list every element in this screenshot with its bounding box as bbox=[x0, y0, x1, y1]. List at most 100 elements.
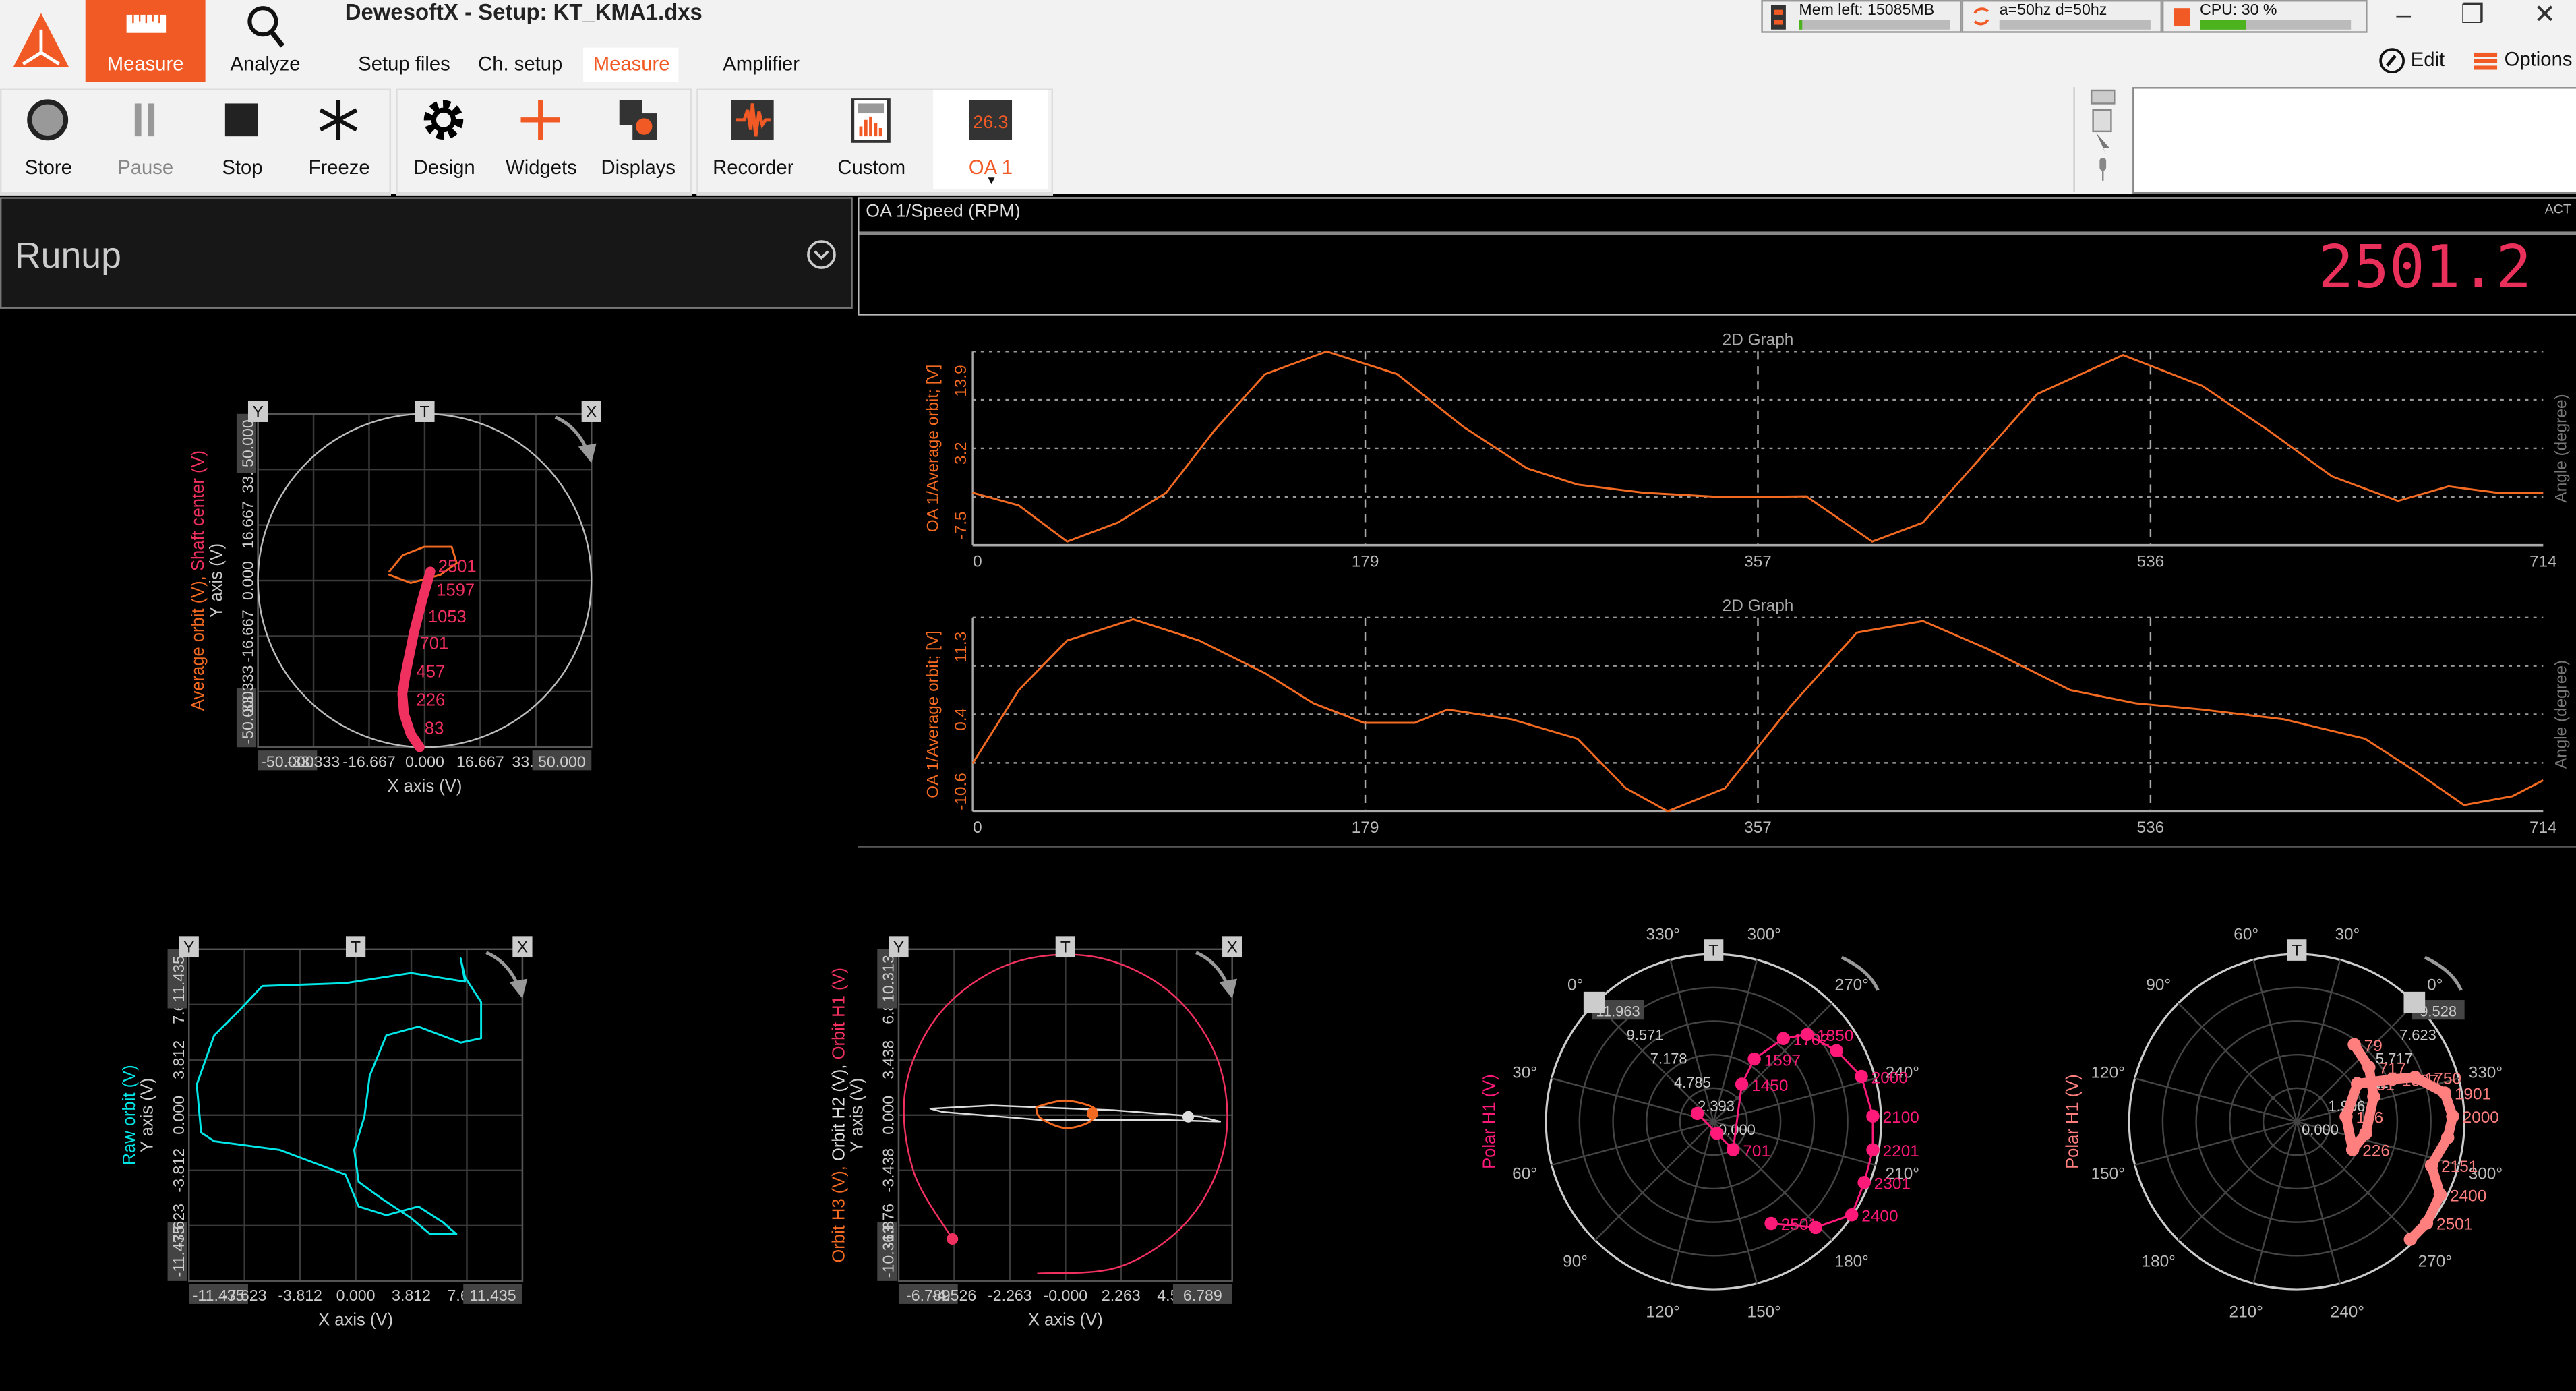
y-tick-label: -7.623 bbox=[170, 1204, 187, 1248]
y-tick-label: 50.000 bbox=[239, 419, 256, 467]
polar-point bbox=[2433, 1188, 2447, 1202]
angle-label: 30° bbox=[2335, 925, 2360, 943]
y-tick-label: -10.6 bbox=[952, 773, 970, 810]
rpm-label: 1450 bbox=[1751, 1077, 1788, 1095]
rpm-label: 2501 bbox=[2436, 1216, 2473, 1234]
polar-point bbox=[1735, 1077, 1749, 1091]
angle-label: 330° bbox=[2469, 1063, 2503, 1082]
legend: Average orbit (V), Shaft center (V) bbox=[189, 450, 208, 711]
polar-point bbox=[1800, 1028, 1814, 1042]
y-tick-label: 10.313 bbox=[880, 955, 897, 1003]
x-tick-label: -33.333 bbox=[287, 752, 340, 770]
x-tick-label: 714 bbox=[2529, 819, 2557, 837]
angle-label: 270° bbox=[2418, 1252, 2452, 1270]
rotation-arrow-head bbox=[1219, 978, 1237, 999]
graph-title: 2D Graph bbox=[1723, 597, 1794, 615]
y-tick-label: 13.9 bbox=[952, 365, 970, 396]
ring-label: 7.623 bbox=[2399, 1027, 2436, 1044]
legend-entry: Orbit H3 (V), bbox=[830, 1161, 849, 1263]
polar-point bbox=[2347, 1038, 2361, 1051]
angle-label: 0° bbox=[1567, 976, 1583, 994]
x-tick-label: -7.623 bbox=[222, 1286, 267, 1304]
polar-point bbox=[2385, 1072, 2399, 1086]
legend: Orbit H3 (V), Orbit H2 (V), Orbit H1 (V) bbox=[830, 968, 849, 1263]
rpm-label: 2400 bbox=[2450, 1187, 2486, 1206]
marker-y-label: Y bbox=[183, 939, 194, 957]
polar-spoke bbox=[2134, 1121, 2298, 1166]
dewesoft-window: Measure Analyze DewesoftX - Setup: KT_KM… bbox=[0, 0, 2576, 1391]
y-tick-label: 3.812 bbox=[170, 1040, 187, 1079]
orbit-marker bbox=[947, 1233, 959, 1245]
x-tick-label: 11.435 bbox=[470, 1286, 516, 1304]
legend-entry: Shaft center (V) bbox=[189, 450, 208, 571]
rpm-label: 2301 bbox=[1874, 1175, 1911, 1193]
x-tick-label: 536 bbox=[2137, 552, 2165, 570]
polar-point bbox=[1690, 1106, 1704, 1121]
rpm-label: 1597 bbox=[1764, 1051, 1801, 1069]
x-tick-label: 2.263 bbox=[1102, 1286, 1141, 1304]
rpm-label: 2201 bbox=[1883, 1142, 1919, 1160]
rpm-label: 1053 bbox=[428, 608, 467, 626]
x-axis-label: X axis (V) bbox=[318, 1311, 393, 1330]
2d-graph: 2D Graph 0 179 357 536 714 13.9 3.2 -7.5 OA 1/Ave… bbox=[924, 331, 2570, 571]
angle-label: 0° bbox=[2427, 976, 2443, 994]
y-axis-label: Y axis (V) bbox=[138, 1078, 157, 1152]
polar-point bbox=[2359, 1126, 2372, 1140]
rpm-label: 226 bbox=[2362, 1142, 2390, 1160]
x-tick-label: 179 bbox=[1352, 552, 1379, 570]
x-tick-label: 6.789 bbox=[1183, 1286, 1222, 1304]
polar-point bbox=[1747, 1052, 1761, 1066]
ring-label: 9.571 bbox=[1627, 1027, 1664, 1044]
y-axis-label: Y axis (V) bbox=[207, 543, 226, 618]
charts-canvas: 2D Graph 0 179 357 536 714 13.9 3.2 -7.5 OA 1/Ave… bbox=[120, 331, 2571, 1330]
angle-label: 60° bbox=[1512, 1164, 1537, 1183]
x-tick-label: 0 bbox=[973, 552, 982, 570]
y-tick-label: 16.667 bbox=[239, 501, 256, 549]
polar-point bbox=[1857, 1176, 1871, 1189]
rpm-label: 457 bbox=[417, 662, 446, 681]
ring-label: 4.785 bbox=[1674, 1074, 1711, 1091]
legend-entry: Orbit H1 (V) bbox=[830, 968, 849, 1059]
rpm-label: 701 bbox=[420, 634, 449, 653]
angle-label: 180° bbox=[2142, 1252, 2176, 1270]
marker-t-label: T bbox=[1060, 939, 1071, 957]
polar-spoke bbox=[1669, 1121, 1714, 1284]
polar-spoke bbox=[2252, 1121, 2298, 1284]
polar-point bbox=[2446, 1109, 2459, 1123]
angle-label: 150° bbox=[1747, 1303, 1781, 1321]
polar-point bbox=[1845, 1208, 1859, 1222]
y-tick-label: 11.435 bbox=[170, 955, 187, 1002]
ring-label: 9.528 bbox=[2420, 1003, 2457, 1019]
rpm-label: 2400 bbox=[1861, 1208, 1898, 1226]
orbit-trace bbox=[196, 957, 483, 1235]
rpm-label: 79 bbox=[2364, 1037, 2383, 1055]
angle-label: 300° bbox=[1747, 925, 1781, 943]
x-tick-label: 0 bbox=[973, 819, 982, 837]
zero-marker bbox=[1583, 991, 1605, 1013]
y-tick-label: 0.000 bbox=[880, 1096, 897, 1135]
polar-point bbox=[2420, 1216, 2434, 1230]
rpm-label: 1597 bbox=[436, 581, 475, 599]
polar-plot: 0°30°60°90°120°150°180°210°240°270°300°3… bbox=[2064, 925, 2503, 1321]
y-axis-label: Y axis (V) bbox=[847, 1078, 866, 1152]
angle-label: 120° bbox=[1646, 1303, 1679, 1321]
rpm-label: 106 bbox=[2356, 1109, 2384, 1127]
polar-point bbox=[2339, 1110, 2353, 1123]
polar-spoke bbox=[2134, 1077, 2298, 1123]
y-tick-label: 0.000 bbox=[170, 1096, 187, 1135]
angle-label: 90° bbox=[1563, 1252, 1588, 1270]
rpm-label: 1901 bbox=[2455, 1086, 2491, 1104]
legend: Raw orbit (V) bbox=[120, 1065, 139, 1165]
x-tick-label: 536 bbox=[2137, 819, 2165, 837]
marker-y-label: Y bbox=[893, 939, 904, 957]
y-tick-label: -16.667 bbox=[239, 610, 256, 662]
polar-point bbox=[2440, 1131, 2455, 1144]
y-tick-label: 0.000 bbox=[239, 561, 256, 600]
y-tick-label: -3.438 bbox=[880, 1148, 897, 1193]
zero-marker bbox=[2403, 991, 2426, 1013]
legend-entry: Average orbit (V), bbox=[189, 571, 208, 711]
marker-x-label: X bbox=[517, 939, 528, 957]
x-axis-label: X axis (V) bbox=[387, 777, 462, 796]
polar-spoke bbox=[1551, 1121, 1714, 1166]
y-tick-label: 0.4 bbox=[952, 708, 970, 731]
